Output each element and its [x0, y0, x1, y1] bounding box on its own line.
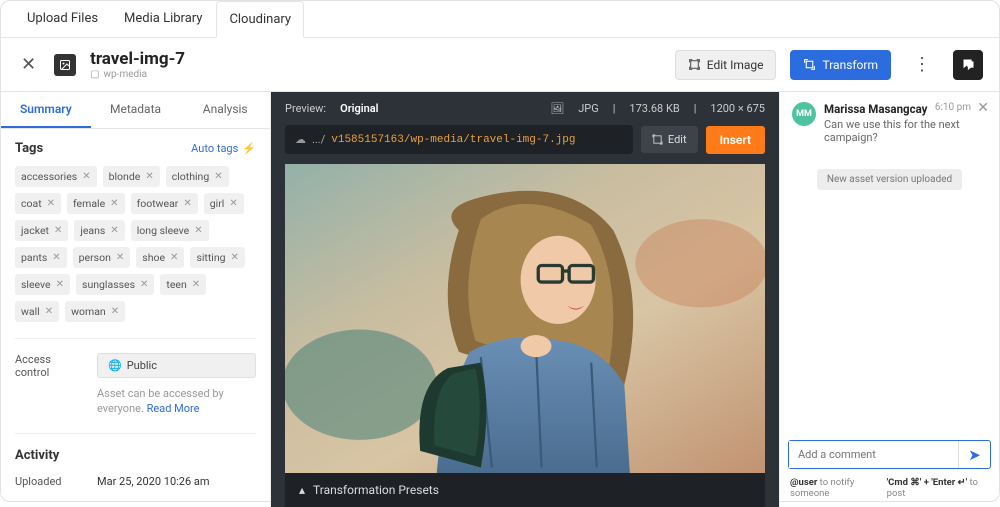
top-tab-media-library[interactable]: Media Library: [112, 1, 214, 37]
edit-url-button[interactable]: Edit: [641, 126, 698, 153]
activity-heading: Activity: [15, 448, 256, 463]
remove-tag-icon[interactable]: ✕: [192, 279, 200, 290]
tag-chip[interactable]: wall✕: [15, 301, 59, 322]
remove-tag-icon[interactable]: ✕: [47, 198, 55, 209]
remove-tag-icon[interactable]: ✕: [170, 252, 178, 263]
send-icon[interactable]: ➤: [958, 441, 990, 468]
tab-metadata[interactable]: Metadata: [91, 92, 181, 128]
detail-tabs: SummaryMetadataAnalysis: [1, 92, 270, 129]
tag-chip[interactable]: person✕: [73, 247, 131, 268]
close-icon[interactable]: ✕: [977, 100, 989, 116]
tab-analysis[interactable]: Analysis: [180, 92, 270, 128]
tab-summary[interactable]: Summary: [1, 92, 91, 128]
remove-tag-icon[interactable]: ✕: [214, 171, 222, 182]
remove-tag-icon[interactable]: ✕: [231, 252, 239, 263]
comment-time: 6:10 pm: [935, 102, 971, 113]
comments-panel: MM Marissa Masangcay 6:10 pm ✕ Can we us…: [779, 92, 999, 507]
top-tab-cloudinary[interactable]: Cloudinary: [216, 1, 304, 38]
tag-chip[interactable]: shoe✕: [136, 247, 184, 268]
left-panel: SummaryMetadataAnalysis Tags Auto tags ⚡…: [1, 92, 271, 507]
cloud-icon: ☁: [295, 133, 306, 146]
remove-tag-icon[interactable]: ✕: [194, 225, 202, 236]
preview-mode: Original: [340, 102, 378, 115]
uploaded-label: Uploaded: [15, 475, 85, 488]
remove-tag-icon[interactable]: ✕: [140, 279, 148, 290]
preview-dimensions: 1200 × 675: [710, 102, 765, 115]
file-type-badge: [54, 54, 76, 76]
more-icon[interactable]: ⋮: [905, 48, 939, 81]
insert-button[interactable]: Insert: [706, 126, 765, 154]
tag-chip[interactable]: sitting✕: [190, 247, 244, 268]
tag-chip[interactable]: long sleeve✕: [131, 220, 209, 241]
tag-chip[interactable]: coat✕: [15, 193, 61, 214]
edit-image-button[interactable]: Edit Image: [675, 50, 777, 80]
remove-tag-icon[interactable]: ✕: [110, 225, 118, 236]
folder-icon: ▢: [90, 69, 99, 80]
top-tabs: Upload FilesMedia LibraryCloudinary: [1, 1, 999, 38]
read-more-link[interactable]: Read More: [147, 402, 200, 415]
tag-chip[interactable]: teen✕: [160, 274, 206, 295]
remove-tag-icon[interactable]: ✕: [111, 306, 119, 317]
preview-panel: Preview: Original 🖼 JPG | 173.68 KB | 12…: [271, 92, 779, 507]
top-tab-upload-files[interactable]: Upload Files: [15, 1, 110, 37]
access-public-button[interactable]: 🌐 Public: [97, 353, 256, 378]
avatar: MM: [792, 102, 816, 126]
remove-tag-icon[interactable]: ✕: [82, 171, 90, 182]
close-icon[interactable]: ✕: [17, 50, 40, 79]
remove-tag-icon[interactable]: ✕: [45, 306, 53, 317]
tag-chip[interactable]: pants✕: [15, 247, 67, 268]
comment-item: MM Marissa Masangcay 6:10 pm ✕ Can we us…: [780, 92, 999, 154]
comment-body: Can we use this for the next campaign?: [824, 118, 987, 144]
preview-size: 173.68 KB: [629, 102, 679, 115]
remove-tag-icon[interactable]: ✕: [52, 252, 60, 263]
remove-tag-icon[interactable]: ✕: [54, 225, 62, 236]
tag-chip[interactable]: accessories✕: [15, 166, 97, 187]
remove-tag-icon[interactable]: ✕: [116, 252, 124, 263]
tag-chip[interactable]: sunglasses✕: [76, 274, 154, 295]
chat-icon[interactable]: [953, 50, 983, 80]
access-control-label: Access control: [15, 353, 85, 379]
tag-chip[interactable]: footwear✕: [131, 193, 198, 214]
preview-format: JPG: [578, 102, 599, 115]
remove-tag-icon[interactable]: ✕: [229, 198, 237, 209]
tag-chip[interactable]: woman✕: [65, 301, 125, 322]
image-preview: [285, 164, 765, 473]
remove-tag-icon[interactable]: ✕: [56, 279, 64, 290]
remove-tag-icon[interactable]: ✕: [145, 171, 153, 182]
transform-button[interactable]: Transform: [790, 50, 891, 80]
comment-input[interactable]: [789, 441, 958, 468]
comment-input-wrap: ➤: [788, 440, 991, 469]
activity-event: New asset version uploaded: [780, 172, 999, 185]
auto-tags-link[interactable]: Auto tags ⚡: [191, 142, 256, 155]
tag-chip[interactable]: clothing✕: [166, 166, 229, 187]
file-folder: ▢ wp-media: [90, 69, 661, 80]
uploaded-value: Mar 25, 2020 10:26 am: [97, 475, 210, 488]
remove-tag-icon[interactable]: ✕: [183, 198, 191, 209]
asset-header: ✕ travel-img-7 ▢ wp-media Edit Image Tra…: [1, 38, 999, 92]
image-icon: 🖼: [550, 102, 564, 115]
tag-chip[interactable]: girl✕: [204, 193, 244, 214]
file-title: travel-img-7: [90, 49, 661, 69]
tag-chip[interactable]: sleeve✕: [15, 274, 70, 295]
remove-tag-icon[interactable]: ✕: [110, 198, 118, 209]
comment-author: Marissa Masangcay: [824, 102, 927, 116]
bolt-icon: ⚡: [242, 142, 256, 155]
tag-chip[interactable]: jacket✕: [15, 220, 68, 241]
tags-heading: Tags: [15, 141, 43, 156]
url-field[interactable]: ☁ .../ v1585157163/wp-media/travel-img-7…: [285, 125, 633, 154]
chevron-up-icon: ▴: [299, 483, 305, 497]
tag-chip[interactable]: female✕: [67, 193, 125, 214]
globe-icon: 🌐: [108, 359, 122, 372]
tag-chip[interactable]: jeans✕: [74, 220, 124, 241]
preview-label: Preview:: [285, 102, 326, 115]
tags-list: accessories✕ blonde✕ clothing✕ coat✕ female✕…: [15, 166, 256, 322]
comment-hint: @user to notify someone 'Cmd ⌘' + 'Enter…: [780, 477, 999, 507]
tag-chip[interactable]: blonde✕: [103, 166, 160, 187]
